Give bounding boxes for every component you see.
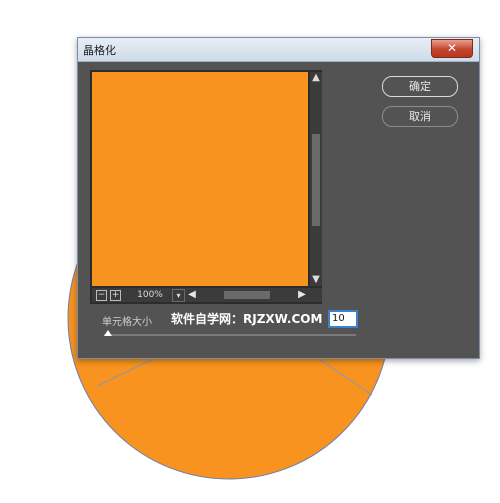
zoom-out-icon[interactable]: − xyxy=(96,290,107,301)
scroll-down-arrow-icon[interactable]: ▼ xyxy=(311,275,321,285)
scroll-right-arrow-icon[interactable]: ▶ xyxy=(296,289,308,301)
horizontal-scroll-thumb[interactable] xyxy=(224,291,270,299)
preview-panel: ▲ ▼ − + 100% ▾ ◀ ▶ xyxy=(90,70,322,304)
cancel-button[interactable]: 取消 xyxy=(382,106,458,127)
scroll-left-arrow-icon[interactable]: ◀ xyxy=(186,289,198,301)
close-button[interactable]: ✕ xyxy=(431,39,473,58)
watermark-text: 软件自学网：RJZXW.COM xyxy=(171,312,323,326)
zoom-in-icon[interactable]: + xyxy=(110,290,121,301)
cell-size-slider-thumb[interactable] xyxy=(104,330,112,336)
crystallize-dialog: 晶格化 ✕ ▲ ▼ − + 100% ▾ ◀ ▶ 确定 取消 单元格大小 软件自… xyxy=(77,37,480,359)
zoom-level: 100% xyxy=(137,290,163,300)
zoom-bar: − + 100% ▾ ◀ ▶ xyxy=(92,288,322,302)
dialog-titlebar: 晶格化 ✕ xyxy=(78,38,479,62)
vertical-scroll-thumb[interactable] xyxy=(312,134,320,226)
zoom-dropdown-chevron-icon[interactable]: ▾ xyxy=(172,289,185,302)
scroll-up-arrow-icon[interactable]: ▲ xyxy=(311,73,321,83)
close-icon: ✕ xyxy=(446,41,458,55)
preview-image[interactable] xyxy=(92,72,308,286)
cell-size-label: 单元格大小 xyxy=(102,317,152,328)
cell-size-slider-track[interactable] xyxy=(104,334,356,336)
dialog-title: 晶格化 xyxy=(83,44,116,57)
vertical-scrollbar[interactable]: ▲ ▼ xyxy=(310,72,322,286)
cell-size-input[interactable]: 10 xyxy=(328,310,358,328)
ok-button[interactable]: 确定 xyxy=(382,76,458,97)
